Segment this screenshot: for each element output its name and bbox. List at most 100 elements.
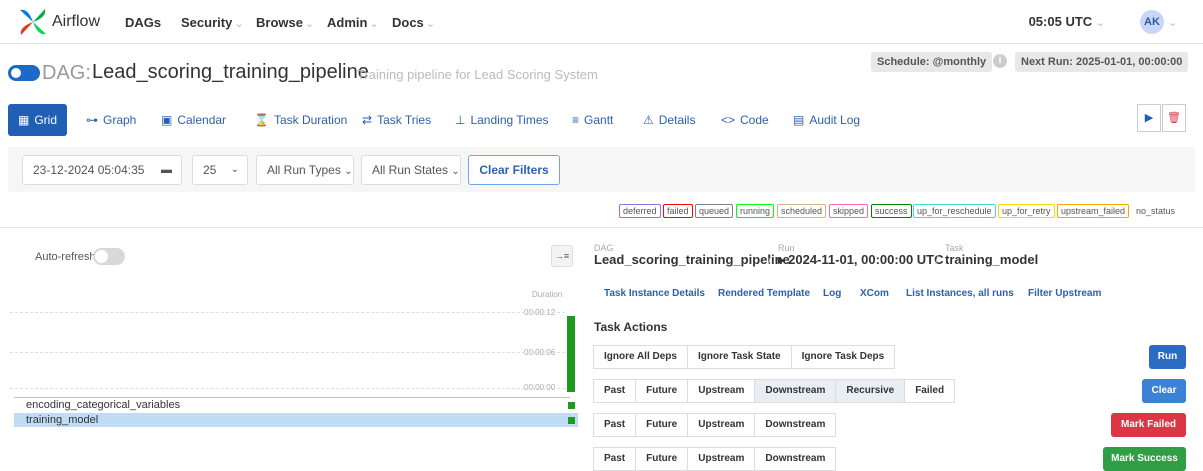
chevron-down-icon: ⌄ bbox=[304, 18, 315, 30]
calendar-icon[interactable]: ▬ bbox=[161, 156, 172, 184]
subtab-list-instances[interactable]: List Instances, all runs bbox=[906, 288, 1014, 299]
timezone-menu[interactable]: 05:05 UTC ⌄ bbox=[1029, 14, 1105, 29]
tab-task-duration[interactable]: ⌛ Task Duration bbox=[254, 104, 347, 136]
legend-up-for-retry[interactable]: up_for_retry bbox=[998, 204, 1055, 218]
legend-success[interactable]: success bbox=[871, 204, 912, 218]
legend-skipped[interactable]: skipped bbox=[829, 204, 869, 218]
nav-browse[interactable]: Browse ⌄ bbox=[256, 15, 314, 30]
tab-label: Code bbox=[740, 113, 769, 127]
mark-success-upstream-toggle[interactable]: Upstream bbox=[687, 447, 756, 471]
clear-downstream-toggle[interactable]: Downstream bbox=[754, 379, 837, 403]
run-button[interactable]: Run bbox=[1149, 345, 1186, 369]
clear-button[interactable]: Clear bbox=[1142, 379, 1186, 403]
legend-failed[interactable]: failed bbox=[663, 204, 693, 218]
trigger-dag-button[interactable]: ▶ bbox=[1137, 104, 1161, 132]
avatar[interactable]: AK bbox=[1140, 10, 1164, 34]
mark-failed-upstream-toggle[interactable]: Upstream bbox=[687, 413, 756, 437]
divider bbox=[0, 227, 1203, 228]
tab-label: Gantt bbox=[584, 113, 614, 127]
clear-upstream-toggle[interactable]: Upstream bbox=[687, 379, 756, 403]
nav-security[interactable]: Security ⌄ bbox=[181, 15, 244, 30]
mark-success-future-toggle[interactable]: Future bbox=[635, 447, 689, 471]
nav-dags[interactable]: DAGs bbox=[125, 15, 161, 30]
tab-calendar[interactable]: ▣ Calendar bbox=[161, 104, 226, 136]
clear-future-toggle[interactable]: Future bbox=[635, 379, 689, 403]
run-type-select[interactable]: All Run Types ⌄ bbox=[256, 155, 354, 185]
chevron-down-icon: ⌄ bbox=[1095, 17, 1105, 29]
auto-refresh-toggle[interactable] bbox=[93, 248, 125, 265]
breadcrumb-task[interactable]: training_model bbox=[945, 252, 1038, 267]
tab-gantt[interactable]: ≡ Gantt bbox=[572, 104, 613, 136]
brand-name[interactable]: Airflow bbox=[52, 13, 100, 31]
play-icon: ▶ bbox=[1144, 112, 1154, 124]
legend-deferred[interactable]: deferred bbox=[619, 204, 661, 218]
legend-upstream-failed[interactable]: upstream_failed bbox=[1057, 204, 1130, 218]
tab-label: Graph bbox=[103, 113, 137, 127]
legend-no-status[interactable]: no_status bbox=[1132, 204, 1180, 218]
airflow-logo-icon[interactable] bbox=[18, 7, 48, 37]
clear-failed-toggle[interactable]: Failed bbox=[904, 379, 956, 403]
tab-label: Task Duration bbox=[273, 113, 348, 127]
task-instance-square[interactable] bbox=[568, 417, 575, 424]
plane-landing-icon: ⊥ bbox=[455, 113, 466, 127]
breadcrumb-run[interactable]: ▸ 2024-11-01, 00:00:00 UTC bbox=[778, 252, 944, 268]
nav-security-label: Security bbox=[181, 15, 233, 30]
hourglass-icon: ⌛ bbox=[254, 113, 269, 127]
tab-graph[interactable]: ⊶ Graph bbox=[86, 104, 136, 136]
subtab-task-instance-details[interactable]: Task Instance Details bbox=[604, 288, 705, 299]
mark-failed-future-toggle[interactable]: Future bbox=[635, 413, 689, 437]
tab-grid[interactable]: ▦ Grid bbox=[8, 104, 68, 136]
legend-running[interactable]: running bbox=[736, 204, 775, 218]
run-state-select[interactable]: All Run States ⌄ bbox=[361, 155, 461, 185]
mark-success-button[interactable]: Mark Success bbox=[1103, 447, 1186, 471]
tab-label: Task Tries bbox=[377, 113, 432, 127]
subtab-log[interactable]: Log bbox=[823, 288, 841, 299]
task-instance-square[interactable] bbox=[568, 402, 575, 409]
nav-docs[interactable]: Docs ⌄ bbox=[392, 15, 435, 30]
clear-past-toggle[interactable]: Past bbox=[593, 379, 637, 403]
ignore-task-deps-toggle[interactable]: Ignore Task Deps bbox=[790, 345, 896, 369]
task-row-encoding[interactable]: encoding_categorical_variables bbox=[14, 398, 578, 412]
subtab-xcom[interactable]: XCom bbox=[860, 288, 889, 299]
subtab-rendered-template[interactable]: Rendered Template bbox=[718, 288, 810, 299]
breadcrumb-dag[interactable]: Lead_scoring_training_pipeline bbox=[594, 252, 790, 267]
num-runs-select[interactable]: 25 ⌄ bbox=[192, 155, 248, 185]
tab-label: Audit Log bbox=[809, 113, 861, 127]
dag-description: Training pipeline for Lead Scoring Syste… bbox=[357, 67, 598, 82]
legend-queued[interactable]: queued bbox=[695, 204, 734, 218]
tab-code[interactable]: <> Code bbox=[721, 104, 769, 136]
subtab-filter-upstream[interactable]: Filter Upstream bbox=[1028, 288, 1101, 299]
clear-filters-button[interactable]: Clear Filters bbox=[468, 155, 560, 185]
code-icon: <> bbox=[721, 113, 736, 127]
mark-success-downstream-toggle[interactable]: Downstream bbox=[754, 447, 837, 471]
clear-recursive-toggle[interactable]: Recursive bbox=[835, 379, 906, 403]
ignore-task-state-toggle[interactable]: Ignore Task State bbox=[686, 345, 792, 369]
mark-failed-downstream-toggle[interactable]: Downstream bbox=[754, 413, 837, 437]
base-date-input[interactable]: 23-12-2024 05:04:35 ▬ bbox=[22, 155, 182, 185]
tab-label: Details bbox=[658, 113, 696, 127]
info-icon[interactable]: i bbox=[993, 54, 1007, 68]
delete-dag-button[interactable]: 🗑 bbox=[1162, 104, 1186, 132]
mark-success-past-toggle[interactable]: Past bbox=[593, 447, 637, 471]
dag-pause-toggle[interactable] bbox=[8, 65, 40, 81]
chevron-down-icon: ⌄ bbox=[1168, 17, 1178, 29]
filter-bar: 23-12-2024 05:04:35 ▬ 25 ⌄ All Run Types… bbox=[8, 147, 1195, 192]
nav-admin[interactable]: Admin ⌄ bbox=[327, 15, 379, 30]
tab-task-tries[interactable]: ⇄ Task Tries bbox=[362, 104, 431, 136]
page-title[interactable]: Lead_scoring_training_pipeline bbox=[92, 61, 369, 84]
tab-landing-times[interactable]: ⊥ Landing Times bbox=[455, 104, 549, 136]
task-row-training-model[interactable]: training_model bbox=[14, 413, 578, 427]
tab-audit-log[interactable]: ▤ Audit Log bbox=[793, 104, 860, 136]
tab-details[interactable]: ⚠ Details bbox=[643, 104, 695, 136]
tab-label: Calendar bbox=[177, 113, 227, 127]
chevron-down-icon: ⌄ bbox=[425, 18, 436, 30]
legend-scheduled[interactable]: scheduled bbox=[777, 204, 827, 218]
ignore-all-deps-toggle[interactable]: Ignore All Deps bbox=[593, 345, 688, 369]
collapse-panel-button[interactable]: →≡ bbox=[551, 245, 573, 267]
run-duration-bar[interactable] bbox=[567, 316, 575, 392]
base-date-value: 23-12-2024 05:04:35 bbox=[33, 163, 145, 177]
mark-failed-past-toggle[interactable]: Past bbox=[593, 413, 637, 437]
legend-up-for-reschedule[interactable]: up_for_reschedule bbox=[913, 204, 996, 218]
mark-failed-button[interactable]: Mark Failed bbox=[1111, 413, 1186, 437]
task-name: encoding_categorical_variables bbox=[26, 399, 181, 411]
